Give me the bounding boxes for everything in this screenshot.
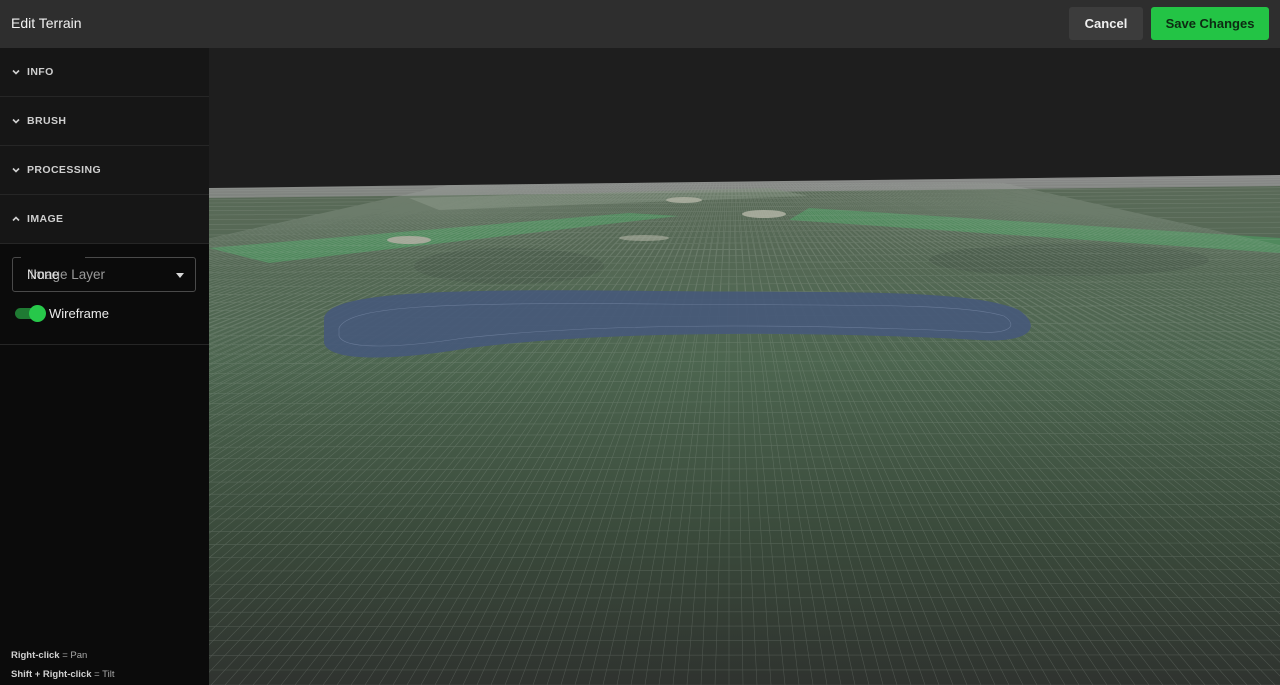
dropdown-arrow-icon [176,273,184,278]
chevron-up-icon [11,214,21,224]
section-brush[interactable]: BRUSH [0,97,209,146]
wireframe-toggle[interactable] [15,305,46,322]
terrain-canvas[interactable] [209,48,1280,685]
image-layer-select[interactable]: Image Layer None [12,252,196,292]
section-label: IMAGE [27,213,64,225]
terrain-viewport[interactable] [209,48,1280,685]
control-hints: Right-click = Pan Shift + Right-click = … [11,646,114,684]
chevron-down-icon [11,165,21,175]
hint-pan: Right-click = Pan [11,650,88,661]
section-label: INFO [27,66,54,78]
wireframe-row: Wireframe [15,304,109,322]
section-info[interactable]: INFO [0,48,209,97]
image-section-body: Image Layer None Wireframe [0,244,209,345]
image-layer-value: None [27,267,60,282]
hint-tilt: Shift + Right-click = Tilt [11,669,115,680]
section-image[interactable]: IMAGE [0,195,209,244]
sidebar: INFO BRUSH PROCESSING IMAGE Image Layer … [0,48,209,685]
page-title: Edit Terrain [11,15,82,31]
section-label: PROCESSING [27,164,102,176]
cancel-button[interactable]: Cancel [1069,7,1143,40]
save-changes-button[interactable]: Save Changes [1151,7,1269,40]
header-bar: Edit Terrain Cancel Save Changes [0,0,1280,48]
section-processing[interactable]: PROCESSING [0,146,209,195]
chevron-down-icon [11,116,21,126]
wireframe-label: Wireframe [49,305,109,321]
section-label: BRUSH [27,115,67,127]
chevron-down-icon [11,67,21,77]
